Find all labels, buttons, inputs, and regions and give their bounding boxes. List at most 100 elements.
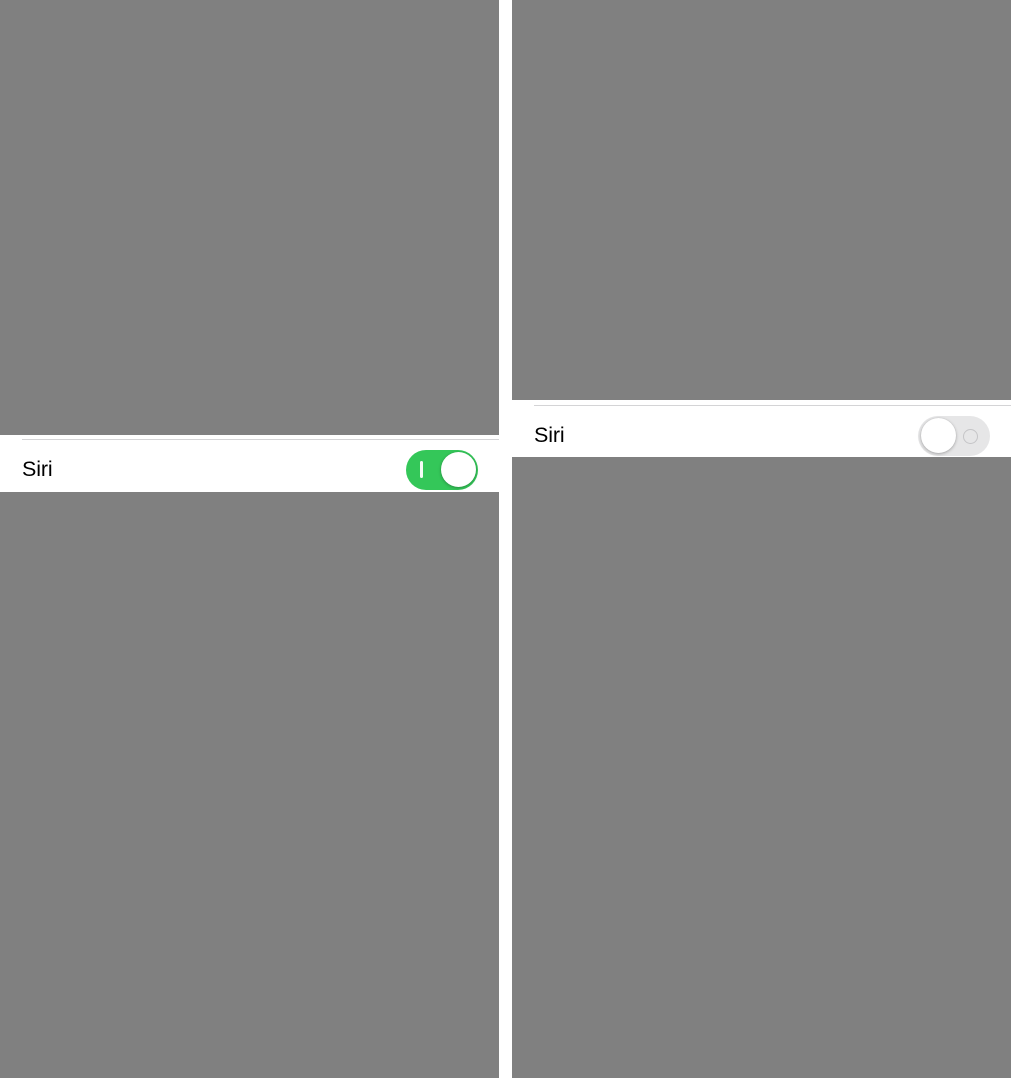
toggle-voice-dial[interactable] — [406, 113, 478, 154]
row-siri[interactable]: Siri — [0, 440, 499, 499]
footnote-text: Unlock iPhone to allow USB accessories t… — [534, 773, 977, 815]
status-bar: 7:36 — [0, 0, 499, 50]
row-today-view[interactable]: Today View — [0, 263, 499, 322]
row-label: Return Missed Calls — [22, 693, 212, 717]
row-home-control[interactable]: Home Control — [0, 558, 499, 617]
back-button-settings[interactable]: Settings — [532, 65, 623, 89]
footnote-voice-control: Music Voice Control is always enabled. — [0, 163, 499, 229]
toggle-usb-accessories[interactable] — [918, 710, 990, 751]
row-usb-accessories[interactable]: USB Accessories — [512, 701, 1011, 760]
row-wallet[interactable]: Wallet — [0, 617, 499, 676]
toggle-erase-data[interactable] — [918, 856, 990, 897]
footnote-erase-data: Erase all data on this iPhone after 10 f… — [512, 906, 1011, 1056]
row-control — [406, 685, 478, 726]
cellular-signal-icon — [897, 18, 921, 33]
row-siri[interactable]: Siri — [512, 406, 1011, 465]
row-separator — [534, 905, 1011, 906]
row-control — [918, 356, 990, 397]
row-control — [406, 744, 478, 785]
row-reply-with-message[interactable]: Reply with Message — [0, 499, 499, 558]
toggle-today-view[interactable] — [918, 238, 990, 279]
toggle-notification-center[interactable] — [918, 297, 990, 338]
footnote-text: Unlock iPhone to allow USB accessories t… — [22, 807, 465, 849]
row-control — [406, 272, 478, 313]
chevron-right-icon — [981, 118, 990, 134]
row-control-center[interactable]: Control Center — [512, 347, 1011, 406]
row-today-view[interactable]: Today View — [512, 229, 1011, 288]
section-header-allow-access-right: ALLOW ACCESS WHEN LOCKED: — [512, 194, 1011, 229]
row-control — [918, 710, 990, 751]
toggle-return-missed-calls[interactable] — [918, 651, 990, 692]
toggle-today-view[interactable] — [406, 272, 478, 313]
row-separator — [534, 759, 1011, 760]
row-reply-with-message[interactable]: Reply with Message — [512, 465, 1011, 524]
toggle-reply-with-message[interactable] — [406, 508, 478, 549]
row-return-missed-calls[interactable]: Return Missed Calls — [512, 642, 1011, 701]
row-control — [918, 238, 990, 279]
battery-icon — [447, 18, 476, 32]
toggle-knob — [408, 895, 444, 930]
row-separator — [22, 793, 499, 794]
toggle-control-center[interactable] — [918, 356, 990, 397]
footnote-usb-accessories: Unlock iPhone to allow USB accessories t… — [0, 794, 499, 883]
row-notification-center[interactable]: Notification Center — [0, 322, 499, 381]
battery-icon — [959, 18, 988, 32]
row-control — [918, 856, 990, 897]
back-button-label: Settings — [37, 65, 112, 88]
toggle-knob — [440, 570, 476, 605]
row-wallet[interactable]: Wallet — [512, 583, 1011, 642]
row-control — [918, 297, 990, 338]
phone-screen-after: 7:36 Settings Face ID & Passcode Require… — [512, 0, 1011, 1078]
status-indicators — [385, 18, 476, 33]
status-clock: 7:36 — [554, 13, 597, 36]
row-erase-data[interactable]: Erase Data — [0, 883, 499, 942]
row-notification-center[interactable]: Notification Center — [512, 288, 1011, 347]
footnote-usb-accessories: Unlock iPhone to allow USB accessories t… — [512, 760, 1011, 847]
wifi-icon — [418, 18, 438, 33]
toggle-erase-data[interactable] — [406, 892, 478, 933]
row-home-control[interactable]: Home Control — [512, 524, 1011, 583]
row-label: Siri — [22, 457, 53, 481]
toggle-reply-with-message[interactable] — [918, 474, 990, 515]
row-label: Home Control — [22, 575, 153, 599]
toggle-knob — [920, 859, 956, 894]
toggle-home-control[interactable] — [918, 533, 990, 574]
row-control — [406, 508, 478, 549]
toggle-wallet[interactable] — [918, 592, 990, 633]
row-label: Siri — [534, 423, 565, 447]
toggle-home-control[interactable] — [406, 567, 478, 608]
home-indicator — [671, 1058, 852, 1064]
chevron-left-icon — [532, 66, 545, 88]
footnote-text: Music Voice Control is always enabled. — [22, 176, 313, 195]
row-usb-accessories[interactable]: USB Accessories — [0, 735, 499, 794]
row-return-missed-calls[interactable]: Return Missed Calls — [0, 676, 499, 735]
toggle-knob — [440, 452, 476, 487]
row-voice-dial[interactable]: Voice Dial — [0, 104, 499, 163]
toggle-siri[interactable] — [918, 415, 990, 456]
toggle-wallet[interactable] — [406, 626, 478, 667]
row-control — [918, 533, 990, 574]
settings-list-right: Require Passcode Immediately ALLOW ACCES… — [512, 104, 1011, 1056]
status-indicators — [897, 18, 988, 33]
row-control — [918, 474, 990, 515]
row-control-center[interactable]: Control Center — [0, 381, 499, 440]
row-require-passcode[interactable]: Require Passcode Immediately — [512, 104, 1011, 147]
toggle-notification-center[interactable] — [406, 331, 478, 372]
toggle-return-missed-calls[interactable] — [406, 685, 478, 726]
row-erase-data[interactable]: Erase Data — [512, 847, 1011, 906]
toggle-usb-accessories[interactable] — [406, 744, 478, 785]
back-button-settings[interactable]: Settings — [20, 65, 111, 89]
ios-settings-screen-right: 7:36 Settings Face ID & Passcode Require… — [512, 0, 1011, 1078]
toggle-knob — [952, 477, 988, 512]
navigation-bar: Settings Face ID & Passcode — [0, 50, 499, 104]
row-control — [406, 331, 478, 372]
toggle-siri[interactable] — [406, 449, 478, 490]
toggle-knob — [952, 595, 988, 630]
toggle-knob — [440, 511, 476, 546]
row-label: Erase Data — [534, 864, 641, 888]
toggle-control-center[interactable] — [406, 390, 478, 431]
row-label: Home Control — [534, 541, 665, 565]
row-control — [406, 626, 478, 667]
row-separator — [22, 162, 499, 163]
status-clock: 7:36 — [42, 13, 85, 36]
